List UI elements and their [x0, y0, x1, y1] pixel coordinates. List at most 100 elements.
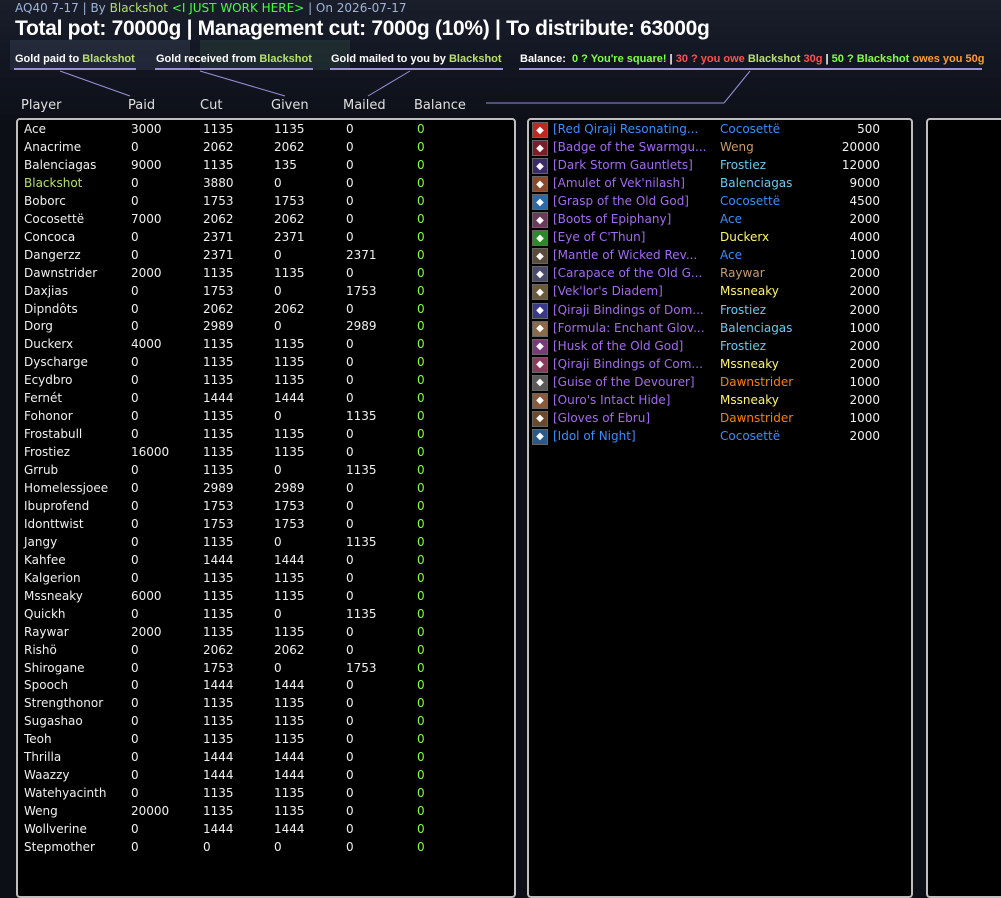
- loot-item-link[interactable]: [Guise of the Devourer]: [553, 375, 695, 389]
- paid-value: 0: [131, 750, 139, 765]
- balance-value: 0: [417, 786, 425, 801]
- balance-value: 0: [417, 463, 425, 478]
- given-value: 0: [274, 409, 282, 424]
- loot-item-link[interactable]: [Grasp of the Old God]: [553, 194, 689, 208]
- mailed-value: 0: [346, 840, 354, 854]
- given-value: 1135: [274, 427, 305, 442]
- loot-item-link[interactable]: [Formula: Enchant Glov...: [553, 321, 705, 335]
- loot-price: 9000: [849, 176, 880, 191]
- loot-item-link[interactable]: [Boots of Epiphany]: [553, 212, 671, 226]
- mailed-value: 0: [346, 822, 354, 837]
- mailed-value: 1135: [346, 606, 377, 621]
- cut-value: 1135: [203, 732, 234, 747]
- loot-winner: Ace: [720, 248, 742, 263]
- mailed-value: 0: [346, 427, 354, 442]
- given-value: 0: [274, 283, 282, 298]
- balance-value: 0: [417, 247, 425, 262]
- paid-value: 0: [131, 552, 139, 567]
- loot-price: 1000: [849, 320, 880, 335]
- mailed-value: 1135: [346, 534, 377, 549]
- loot-price: 1000: [849, 374, 880, 389]
- loot-item-link[interactable]: [Ouro's Intact Hide]: [553, 393, 670, 407]
- loot-item-link[interactable]: [Qiraji Bindings of Dom...: [553, 303, 704, 317]
- paid-value: 0: [131, 481, 139, 495]
- cut-value: 1135: [203, 463, 234, 478]
- player-name: Rishö: [24, 642, 57, 657]
- player-name: Cocosettë: [24, 211, 85, 226]
- mailed-value: 0: [346, 481, 354, 495]
- loot-item-link[interactable]: [Red Qiraji Resonating...: [553, 122, 698, 136]
- cut-value: 1444: [203, 678, 234, 693]
- paid-value: 16000: [131, 445, 170, 460]
- player-name: Homelessjoee: [24, 481, 109, 495]
- paid-value: 9000: [131, 157, 162, 172]
- cut-value: 1135: [203, 570, 234, 585]
- cut-value: 1135: [203, 337, 234, 352]
- cut-value: 1444: [203, 822, 234, 837]
- cut-value: 1444: [203, 552, 234, 567]
- cut-value: 1444: [203, 768, 234, 783]
- loot-price: 1000: [849, 410, 880, 425]
- paid-value: 20000: [131, 804, 170, 819]
- mailed-value: 0: [346, 139, 354, 154]
- loot-item-link[interactable]: [Badge of the Swarmgu...: [553, 140, 706, 154]
- loot-item-link[interactable]: [Mantle of Wicked Rev...: [553, 248, 697, 262]
- player-name: Concoca: [24, 229, 76, 244]
- loot-price: 2000: [849, 356, 880, 371]
- given-value: 1135: [274, 570, 305, 585]
- given-value: 0: [274, 660, 282, 675]
- given-value: 0: [274, 247, 282, 262]
- balance-value: 0: [417, 732, 425, 747]
- paid-value: 0: [131, 696, 139, 711]
- player-name: Anacrime: [24, 139, 82, 154]
- paid-value: 0: [131, 229, 139, 244]
- loot-item-link[interactable]: [Amulet of Vek'nilash]: [553, 176, 685, 190]
- loot-item-link[interactable]: [Idol of Night]: [553, 429, 636, 443]
- given-value: 1135: [274, 355, 305, 370]
- cut-value: 1135: [203, 409, 234, 424]
- player-name: Ace: [24, 122, 46, 136]
- amulet-icon: ◆: [532, 176, 548, 193]
- paid-value: 2000: [131, 624, 162, 639]
- cut-value: 1135: [203, 355, 234, 370]
- mailed-value: 0: [346, 265, 354, 280]
- loot-item-link[interactable]: [Qiraji Bindings of Com...: [553, 357, 703, 371]
- cut-value: 2371: [203, 247, 234, 262]
- paid-value: 0: [131, 606, 139, 621]
- player-name: Dorg: [24, 319, 53, 334]
- loot-item-link[interactable]: [Husk of the Old God]: [553, 339, 683, 353]
- loot-item-link[interactable]: [Carapace of the Old G...: [553, 266, 702, 280]
- paid-value: 0: [131, 319, 139, 334]
- cut-value: 2371: [203, 229, 234, 244]
- column-header-mailed: Mailed: [343, 98, 386, 113]
- player-name: Sugashao: [24, 714, 83, 729]
- paid-value: 3000: [131, 122, 162, 136]
- loot-item-link[interactable]: [Vek'lor's Diadem]: [553, 284, 663, 298]
- mailed-value: 0: [346, 570, 354, 585]
- balance-value: 0: [417, 678, 425, 693]
- given-value: 135: [274, 157, 297, 172]
- mailed-value: 0: [346, 337, 354, 352]
- badge-icon: ◆: [532, 140, 548, 157]
- mailed-value: 1135: [346, 463, 377, 478]
- balance-value: 0: [417, 139, 425, 154]
- paid-value: 0: [131, 283, 139, 298]
- cut-value: 1135: [203, 606, 234, 621]
- loot-winner: Balenciagas: [720, 320, 793, 335]
- given-value: 0: [274, 534, 282, 549]
- player-name: Idonttwist: [24, 516, 84, 531]
- loot-item-link[interactable]: [Dark Storm Gauntlets]: [553, 158, 693, 172]
- balance-value: 0: [417, 660, 425, 675]
- player-name: Blackshot: [24, 175, 83, 190]
- loot-item-link[interactable]: [Gloves of Ebru]: [553, 411, 650, 425]
- loot-winner: Mssneaky: [720, 392, 779, 407]
- player-name: Ecydbro: [24, 373, 73, 388]
- player-name: Balenciagas: [24, 157, 97, 172]
- loot-price: 2000: [849, 212, 880, 227]
- given-value: 1135: [274, 714, 305, 729]
- loot-item-link[interactable]: [Eye of C'Thun]: [553, 230, 645, 244]
- cut-value: 2989: [203, 319, 234, 334]
- cut-value: 1135: [203, 696, 234, 711]
- mailed-value: 0: [346, 642, 354, 657]
- player-name: Wollverine: [24, 822, 87, 837]
